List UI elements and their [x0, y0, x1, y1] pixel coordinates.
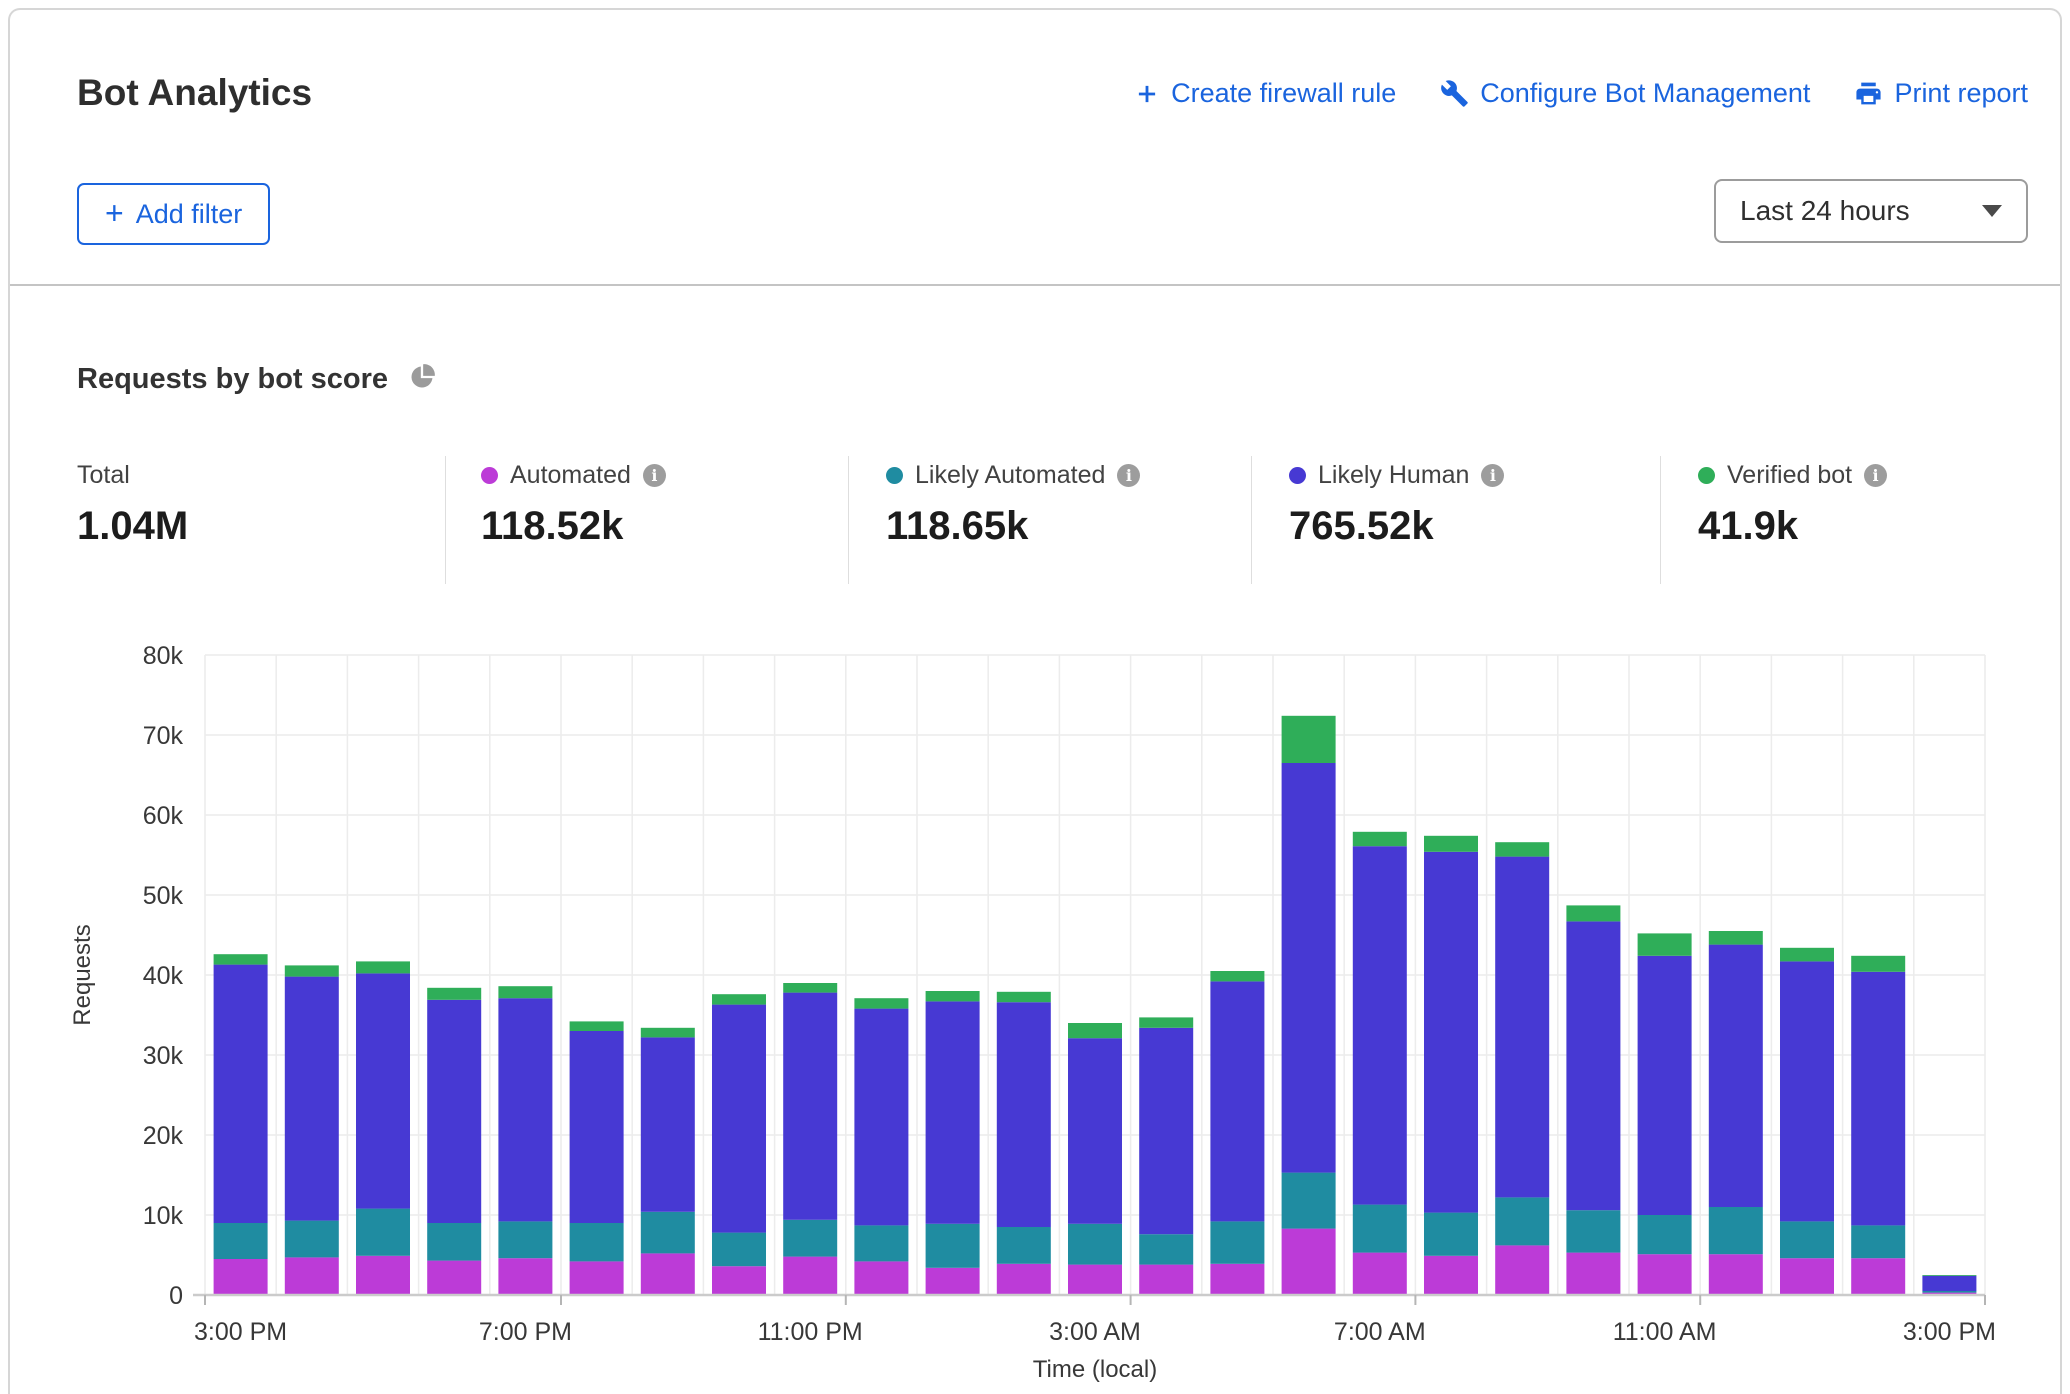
svg-text:50k: 50k: [143, 882, 184, 910]
add-filter-label: Add filter: [136, 199, 243, 230]
wrench-icon: [1440, 79, 1469, 108]
requests-by-bot-score-chart[interactable]: 0 10k 20k 30k 40k 50k 60k 70k 80k 3:00 PM 7:00 PM 1…: [60, 630, 2040, 1394]
svg-text:7:00 PM: 7:00 PM: [479, 1318, 572, 1346]
svg-text:10k: 10k: [143, 1202, 184, 1230]
svg-text:Requests: Requests: [69, 924, 96, 1025]
svg-text:3:00 PM: 3:00 PM: [194, 1318, 287, 1346]
svg-text:11:00 AM: 11:00 AM: [1613, 1318, 1717, 1346]
verified-bot-legend-dot: [1698, 467, 1715, 484]
automated-legend-dot: [481, 467, 498, 484]
create-firewall-rule-label: Create firewall rule: [1171, 78, 1396, 109]
likely-human-legend-dot: [1289, 467, 1306, 484]
page-title: Bot Analytics: [77, 72, 312, 114]
create-firewall-rule-link[interactable]: Create firewall rule: [1134, 78, 1396, 109]
stat-divider: [1660, 456, 1661, 584]
print-report-link[interactable]: Print report: [1854, 78, 2028, 109]
plus-icon: +: [105, 197, 124, 229]
add-filter-button[interactable]: + Add filter: [77, 183, 270, 245]
section-title-row: Requests by bot score: [77, 363, 436, 396]
svg-text:3:00 PM: 3:00 PM: [1903, 1318, 1996, 1346]
stat-automated-value: 118.52k: [481, 504, 666, 549]
plus-icon: [1134, 81, 1160, 107]
stat-likely-automated: Likely Automated i 118.65k: [886, 460, 1140, 549]
time-range-value: Last 24 hours: [1740, 195, 1982, 227]
svg-text:3:00 AM: 3:00 AM: [1049, 1318, 1141, 1346]
stat-divider: [445, 456, 446, 584]
svg-text:Time (local): Time (local): [1033, 1356, 1157, 1383]
stat-divider: [848, 456, 849, 584]
stat-total-value: 1.04M: [77, 504, 188, 549]
svg-text:60k: 60k: [143, 802, 184, 830]
pie-chart-icon: [408, 363, 436, 396]
svg-text:40k: 40k: [143, 962, 184, 990]
info-icon[interactable]: i: [1117, 464, 1140, 487]
stat-likely-human-label: Likely Human: [1318, 461, 1469, 490]
likely-automated-legend-dot: [886, 467, 903, 484]
configure-bot-management-link[interactable]: Configure Bot Management: [1440, 78, 1810, 109]
time-range-dropdown[interactable]: Last 24 hours: [1714, 179, 2028, 243]
stat-automated-label: Automated: [510, 461, 631, 490]
stat-total: Total 1.04M: [77, 460, 188, 549]
print-report-label: Print report: [1894, 78, 2028, 109]
svg-text:20k: 20k: [143, 1122, 184, 1150]
configure-bot-management-label: Configure Bot Management: [1480, 78, 1810, 109]
info-icon[interactable]: i: [1481, 464, 1504, 487]
svg-text:80k: 80k: [143, 642, 184, 670]
chevron-down-icon: [1982, 205, 2002, 217]
stat-verified-bot: Verified bot i 41.9k: [1698, 460, 1887, 549]
svg-text:30k: 30k: [143, 1042, 184, 1070]
header-actions: Create firewall rule Configure Bot Manag…: [1134, 78, 2028, 109]
bot-analytics-page: Bot Analytics Create firewall rule Confi…: [0, 0, 2070, 1394]
info-icon[interactable]: i: [1864, 464, 1887, 487]
svg-text:70k: 70k: [143, 722, 184, 750]
stat-likely-automated-value: 118.65k: [886, 504, 1140, 549]
svg-text:11:00 PM: 11:00 PM: [758, 1318, 863, 1346]
printer-icon: [1854, 79, 1883, 108]
stat-verified-bot-value: 41.9k: [1698, 504, 1887, 549]
header-divider: [10, 284, 2060, 286]
stat-likely-human-value: 765.52k: [1289, 504, 1504, 549]
svg-text:7:00 AM: 7:00 AM: [1334, 1318, 1426, 1346]
stat-total-label: Total: [77, 461, 130, 490]
stat-automated: Automated i 118.52k: [481, 460, 666, 549]
info-icon[interactable]: i: [643, 464, 666, 487]
stat-likely-automated-label: Likely Automated: [915, 461, 1105, 490]
stat-likely-human: Likely Human i 765.52k: [1289, 460, 1504, 549]
section-title: Requests by bot score: [77, 363, 388, 396]
stat-verified-bot-label: Verified bot: [1727, 461, 1852, 490]
svg-text:0: 0: [169, 1282, 183, 1310]
stat-divider: [1251, 456, 1252, 584]
